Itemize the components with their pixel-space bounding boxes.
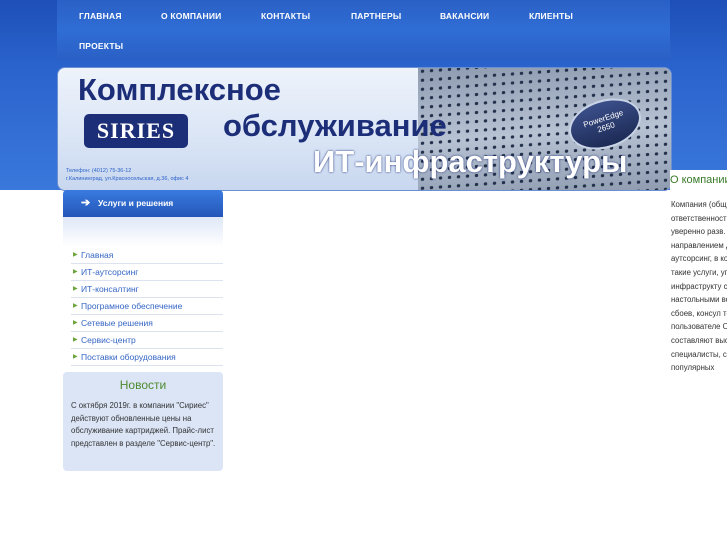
sidebar-item-label: Програмное обеспечение	[81, 301, 183, 311]
sidebar-item-network[interactable]: ▶ Сетевые решения	[71, 315, 223, 332]
bullet-icon: ▶	[73, 252, 78, 258]
bullet-icon: ▶	[73, 354, 78, 360]
banner-headline-1: Комплексное	[78, 72, 281, 107]
sidebar-spacer	[63, 217, 223, 247]
company-logo[interactable]: SIRIES	[84, 114, 188, 148]
about-title: О компании	[670, 174, 727, 186]
nav-item-projects[interactable]: ПРОЕКТЫ	[79, 41, 123, 51]
sidebar-item-label: ИТ-аутсорсинг	[81, 267, 139, 277]
sidebar-item-label: Поставки оборудования	[81, 352, 176, 362]
nav-item-about[interactable]: О КОМПАНИИ	[161, 11, 221, 21]
bullet-icon: ▶	[73, 320, 78, 326]
sidebar-header: ➔ Услуги и решения	[63, 190, 223, 217]
top-navigation: ГЛАВНАЯ О КОМПАНИИ КОНТАКТЫ ПАРТНЕРЫ ВАК…	[57, 0, 670, 60]
sidebar-item-software[interactable]: ▶ Програмное обеспечение	[71, 298, 223, 315]
sidebar-header-label: Услуги и решения	[98, 198, 174, 208]
about-text: Компания (общество с ответственностью "С…	[671, 200, 727, 373]
news-text: С октября 2019г. в компании "Сириес" дей…	[71, 401, 216, 448]
bullet-icon: ▶	[73, 303, 78, 309]
banner-contact-info: Телефон: (4012) 75-36-12 г.Калининград, …	[66, 167, 188, 184]
nav-item-home[interactable]: ГЛАВНАЯ	[79, 11, 122, 21]
bullet-icon: ▶	[73, 337, 78, 343]
sidebar: ➔ Услуги и решения ▶ Главная ▶ ИТ-аутсор…	[63, 190, 223, 366]
nav-item-vacancies[interactable]: ВАКАНСИИ	[440, 11, 489, 21]
sidebar-item-label: Сервис-центр	[81, 335, 136, 345]
header-banner: PowerEdge 2650 Комплексное обслуживание …	[57, 67, 672, 191]
sidebar-item-supply[interactable]: ▶ Поставки оборудования	[71, 349, 223, 366]
bullet-icon: ▶	[73, 269, 78, 275]
nav-item-partners[interactable]: ПАРТНЕРЫ	[351, 11, 401, 21]
sidebar-item-outsourcing[interactable]: ▶ ИТ-аутсорсинг	[71, 264, 223, 281]
nav-item-clients[interactable]: КЛИЕНТЫ	[529, 11, 573, 21]
sidebar-item-home[interactable]: ▶ Главная	[71, 247, 223, 264]
banner-address: г.Калининград, ул.Красносельская, д.36, …	[66, 176, 189, 183]
banner-headline-2: обслуживание	[223, 108, 447, 143]
news-block: Новости С октября 2019г. в компании "Сир…	[63, 372, 223, 471]
banner-phone: Телефон: (4012) 75-36-12	[66, 168, 132, 174]
nav-item-contacts[interactable]: КОНТАКТЫ	[261, 11, 310, 21]
banner-headline-3: ИТ-инфраструктуры	[313, 144, 628, 179]
news-title: Новости	[119, 378, 167, 392]
sidebar-item-consulting[interactable]: ▶ ИТ-консалтинг	[71, 281, 223, 298]
sidebar-item-label: Главная	[81, 250, 114, 260]
sidebar-item-service[interactable]: ▶ Сервис-центр	[71, 332, 223, 349]
about-column: О компании Компания (общество с ответств…	[670, 170, 727, 545]
sidebar-item-label: ИТ-консалтинг	[81, 284, 139, 294]
bullet-icon: ▶	[73, 286, 78, 292]
sidebar-item-label: Сетевые решения	[81, 318, 153, 328]
arrow-right-icon: ➔	[81, 197, 91, 209]
